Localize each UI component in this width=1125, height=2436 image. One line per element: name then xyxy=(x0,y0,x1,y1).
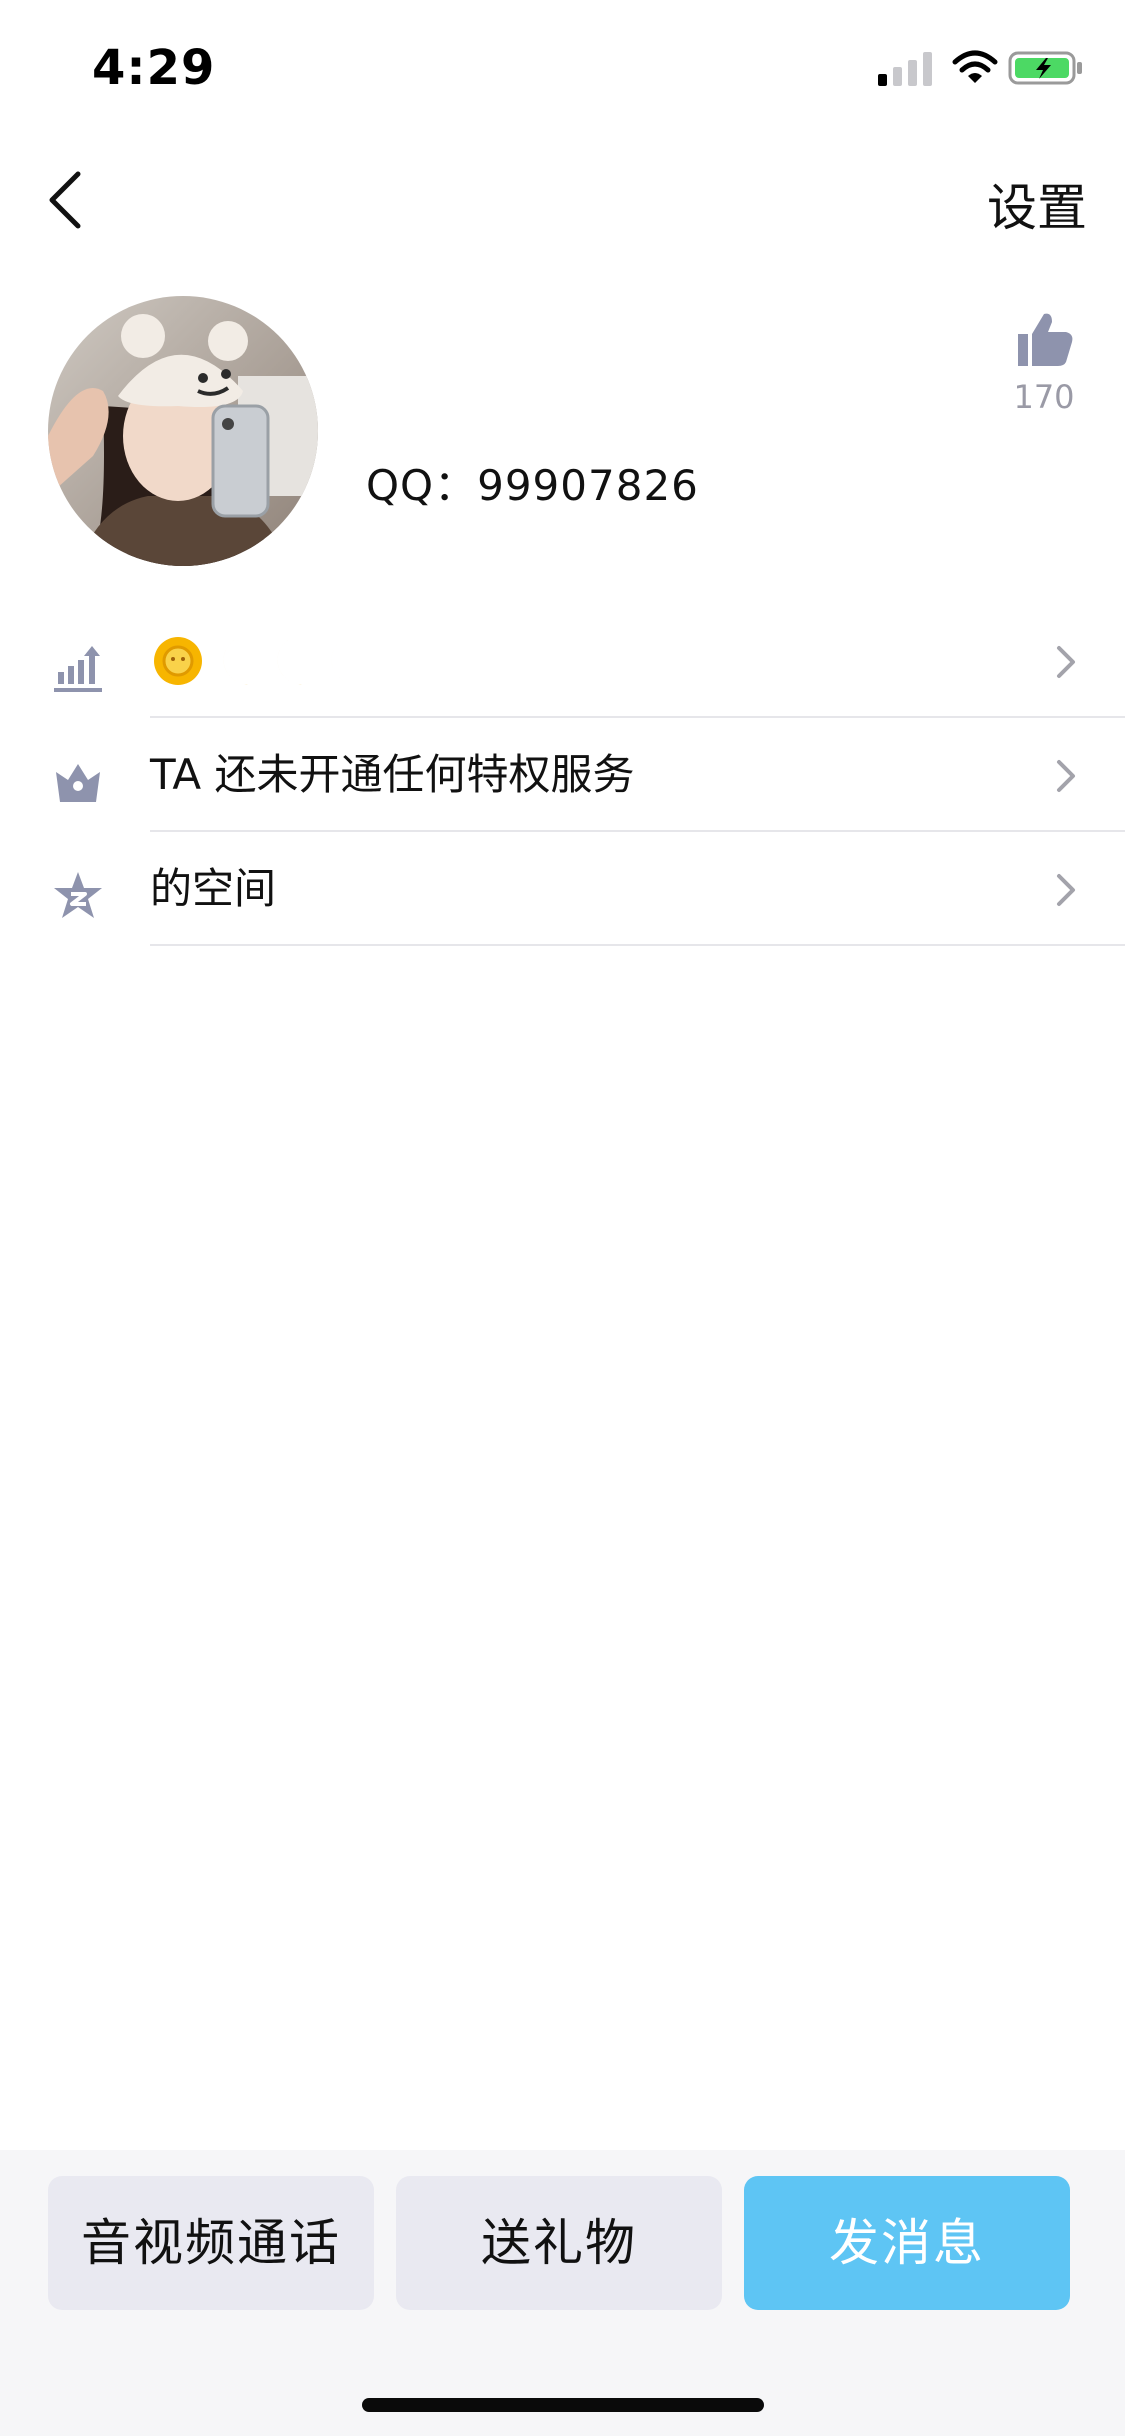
row-vip-service[interactable]: TA 还未开通任何特权服务 xyxy=(0,718,1125,832)
avatar[interactable] xyxy=(48,296,318,566)
qzone-text: 的空间 xyxy=(150,864,277,913)
chevron-right-icon xyxy=(1057,874,1075,906)
avatar-photo xyxy=(48,296,318,566)
battery-charging-icon xyxy=(1008,51,1082,85)
sun-badge-icon xyxy=(154,637,202,685)
moon-badge-icon xyxy=(331,637,364,685)
row-level[interactable] xyxy=(0,604,1125,718)
profile-page: 4:29 设置 QQ：99907826 170 TA 还未开通任何特权服务 的空… xyxy=(0,0,1125,2436)
level-rank-icon xyxy=(54,646,102,692)
settings-button[interactable]: 设置 xyxy=(987,168,1087,240)
vip-crown-icon xyxy=(56,764,100,802)
moon-badge-icon xyxy=(277,637,310,685)
chevron-right-icon xyxy=(1057,760,1075,792)
like-count: 170 xyxy=(1013,378,1075,416)
row-qzone[interactable]: 的空间 xyxy=(0,832,1125,946)
thumbs-up-icon[interactable] xyxy=(1012,308,1076,372)
chevron-right-icon xyxy=(1057,646,1075,678)
divider xyxy=(150,944,1125,946)
profile-info-list: TA 还未开通任何特权服务 的空间 xyxy=(0,604,1125,946)
moon-badge-icon xyxy=(223,637,256,685)
video-call-button[interactable]: 音视频通话 xyxy=(48,2176,374,2310)
back-button[interactable] xyxy=(44,168,88,232)
send-gift-button[interactable]: 送礼物 xyxy=(396,2176,722,2310)
vip-service-text: TA 还未开通任何特权服务 xyxy=(150,750,635,799)
send-message-button[interactable]: 发消息 xyxy=(744,2176,1070,2310)
bottom-action-bar: 音视频通话 送礼物 发消息 xyxy=(0,2150,1125,2436)
home-indicator[interactable] xyxy=(362,2398,764,2412)
level-badges xyxy=(154,637,364,685)
qzone-star-icon xyxy=(54,872,102,918)
wifi-icon xyxy=(952,50,998,83)
status-time: 4:29 xyxy=(92,40,216,96)
qq-number: QQ：99907826 xyxy=(366,461,699,510)
cellular-signal-icon xyxy=(878,52,932,86)
